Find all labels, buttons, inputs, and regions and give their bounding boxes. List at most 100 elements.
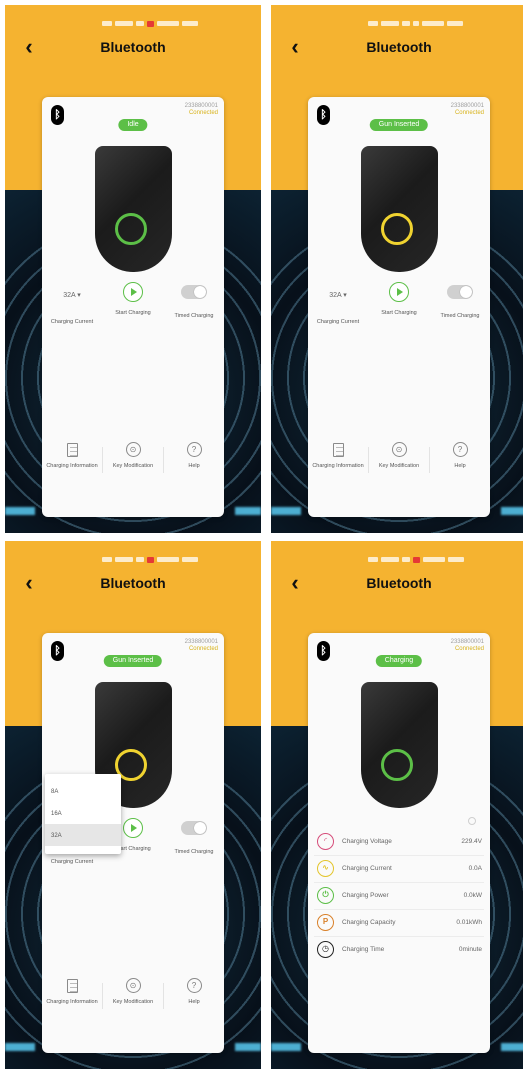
nav-key-modification[interactable]: ⊙ Key Modification <box>103 977 163 1005</box>
connection-status: Connected <box>188 110 218 116</box>
key-icon: ⊙ <box>125 978 141 993</box>
clock-icon: ◷ <box>317 941 334 958</box>
reading-row-current: ∿ Charging Current 0.0A <box>314 856 484 883</box>
status-badge: Gun Inserted <box>369 119 429 131</box>
reading-row-power: ⏻ Charging Power 0.0kW <box>314 883 484 910</box>
nav-charging-information[interactable]: Charging Information <box>308 441 368 469</box>
timed-charging-toggle[interactable] <box>181 285 207 299</box>
bluetooth-icon: ᛒ <box>317 105 330 125</box>
nav-help[interactable]: ? Help <box>164 441 224 469</box>
nav-label: Key Modification <box>378 463 420 469</box>
charging-current-select[interactable]: 32A ▾ <box>63 291 81 301</box>
start-charging-play-icon[interactable] <box>389 282 409 302</box>
reading-row-capacity: P Charging Capacity 0.01kWh <box>314 910 484 937</box>
reading-value: 0.0kW <box>463 892 482 899</box>
top-bar: ‹ Bluetooth <box>5 569 261 599</box>
charger-status-ring-icon <box>115 213 147 245</box>
charger-device-image <box>361 146 438 272</box>
reading-label: Charging Voltage <box>342 838 392 845</box>
reading-value: 0.0A <box>468 865 482 872</box>
top-bar: ‹ Bluetooth <box>271 569 523 599</box>
start-charging-label: Start Charging <box>381 310 417 316</box>
nav-help[interactable]: ? Help <box>430 441 490 469</box>
charger-status-ring-icon <box>381 213 413 245</box>
current-wave-icon: ∿ <box>317 860 334 877</box>
start-charging-play-icon[interactable] <box>123 282 143 302</box>
start-charging-control: Start Charging <box>103 282 163 316</box>
phone-screen-idle: ‹ Bluetooth ᛒ 2338800001 Connected Idle … <box>5 5 261 533</box>
charging-current-label: Charging Current <box>50 859 94 865</box>
page-title: Bluetooth <box>100 575 166 591</box>
bottom-nav: Charging Information ⊙ Key Modification … <box>308 441 490 487</box>
page-title: Bluetooth <box>366 575 432 591</box>
bluetooth-icon: ᛒ <box>51 641 64 661</box>
dropdown-option-32a[interactable]: 32A <box>45 824 121 846</box>
status-badge: Charging <box>375 655 423 667</box>
status-bar <box>365 551 515 563</box>
charger-card: ᛒ 2338800001 Connected Charging ◜ Chargi… <box>308 633 490 1053</box>
voltage-gauge-icon: ◜ <box>317 833 334 850</box>
nav-charging-information[interactable]: Charging Information <box>42 441 102 469</box>
timed-charging-label: Timed Charging <box>174 849 214 855</box>
nav-help[interactable]: ? Help <box>164 977 224 1005</box>
device-info: 2338800001 Connected <box>451 103 484 117</box>
charging-current-control: 32A ▾ Charging Current <box>308 282 368 325</box>
document-icon <box>66 443 78 457</box>
status-badge: Idle <box>118 119 148 131</box>
nav-key-modification[interactable]: ⊙ Key Modification <box>103 441 163 469</box>
parking-p-icon: P <box>317 914 334 931</box>
charging-current-dropdown: 8A 16A 32A <box>45 774 121 854</box>
nav-key-modification[interactable]: ⊙ Key Modification <box>369 441 429 469</box>
nav-label: Help <box>454 463 466 469</box>
nav-charging-information[interactable]: Charging Information <box>42 977 102 1005</box>
serial-number: 2338800001 <box>450 639 484 645</box>
bottom-nav: Charging Information ⊙ Key Modification … <box>42 977 224 1023</box>
device-info: 2338800001 Connected <box>185 639 218 653</box>
status-badge: Gun Inserted <box>103 655 163 667</box>
charging-controls: 32A ▾ Charging Current Start Charging Ti… <box>308 282 490 325</box>
power-plug-icon: ⏻ <box>317 887 334 904</box>
nav-label: Key Modification <box>112 463 154 469</box>
timed-charging-control: Timed Charging <box>164 818 224 855</box>
help-icon: ? <box>186 442 202 457</box>
document-icon <box>332 443 344 457</box>
key-icon: ⊙ <box>125 442 141 457</box>
nav-label: Help <box>188 999 200 1005</box>
reading-row-voltage: ◜ Charging Voltage 229.4V <box>314 829 484 856</box>
nav-label: Key Modification <box>112 999 154 1005</box>
bottom-nav: Charging Information ⊙ Key Modification … <box>42 441 224 487</box>
document-icon <box>66 979 78 993</box>
top-bar: ‹ Bluetooth <box>5 33 261 63</box>
timed-charging-label: Timed Charging <box>440 313 480 319</box>
nav-label: Charging Information <box>46 999 98 1005</box>
page-title: Bluetooth <box>366 39 432 55</box>
charging-readings: ◜ Charging Voltage 229.4V ∿ Charging Cur… <box>308 817 490 963</box>
dropdown-option-8a[interactable]: 8A <box>45 780 121 802</box>
nav-label: Help <box>188 463 200 469</box>
timed-charging-control: Timed Charging <box>430 282 490 319</box>
timed-charging-control: Timed Charging <box>164 282 224 319</box>
settings-dot-icon[interactable] <box>468 817 476 825</box>
phone-screen-current-dropdown: ‹ Bluetooth ᛒ 2338800001 Connected Gun I… <box>5 541 261 1069</box>
reading-label: Charging Current <box>342 865 392 872</box>
charging-controls: 32A ▾ Charging Current Start Charging Ti… <box>42 282 224 325</box>
timed-charging-toggle[interactable] <box>181 821 207 835</box>
device-info: 2338800001 Connected <box>451 639 484 653</box>
reading-label: Charging Power <box>342 892 389 899</box>
timed-charging-toggle[interactable] <box>447 285 473 299</box>
reading-value: 0.01kWh <box>456 919 482 926</box>
charging-current-select[interactable]: 32A ▾ <box>329 291 347 301</box>
status-bar <box>99 15 249 27</box>
phone-screen-gun-inserted: ‹ Bluetooth ᛒ 2338800001 Connected Gun I… <box>271 5 523 533</box>
status-bar <box>99 551 249 563</box>
start-charging-play-icon[interactable] <box>123 818 143 838</box>
start-charging-label: Start Charging <box>115 310 151 316</box>
top-bar: ‹ Bluetooth <box>271 33 523 63</box>
bluetooth-icon: ᛒ <box>51 105 64 125</box>
key-icon: ⊙ <box>391 442 407 457</box>
reading-label: Charging Time <box>342 946 385 953</box>
dropdown-option-16a[interactable]: 16A <box>45 802 121 824</box>
connection-status: Connected <box>454 110 484 116</box>
charger-device-image <box>95 146 172 272</box>
page-title: Bluetooth <box>100 39 166 55</box>
